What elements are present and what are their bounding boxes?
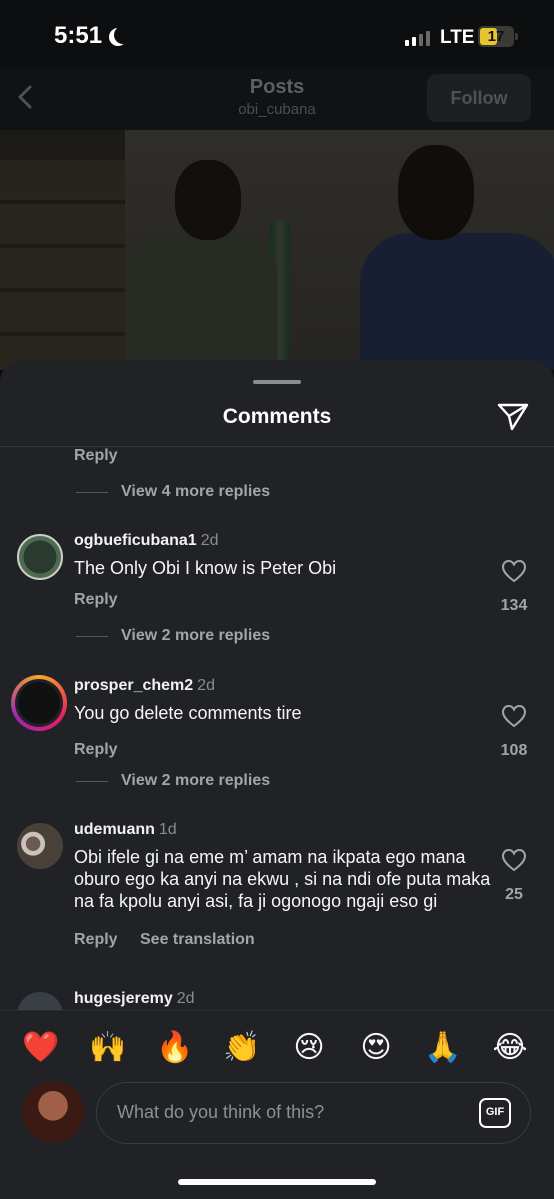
battery-icon: 17: [478, 26, 514, 47]
comment-text: The Only Obi I know is Peter Obi: [74, 558, 337, 578]
comment-username[interactable]: prosper_chem2 2d: [74, 677, 215, 695]
emoji-heart-eyes[interactable]: 😍: [357, 1029, 395, 1067]
comment-input[interactable]: What do you think of this? GIF: [96, 1082, 531, 1144]
posts-header: Posts obi_cubana Follow: [0, 68, 554, 130]
view-more-replies[interactable]: View 2 more replies: [76, 771, 270, 791]
avatar[interactable]: [17, 992, 63, 1010]
see-translation-button[interactable]: See translation: [140, 931, 255, 949]
comments-sheet: Comments Reply View 4 more replies ogbue…: [0, 360, 554, 1199]
comment-username[interactable]: hugesjeremy 2d: [74, 990, 195, 1008]
post-image: [0, 130, 554, 370]
view-more-replies[interactable]: View 2 more replies: [76, 626, 270, 646]
status-time: 5:51: [54, 22, 126, 50]
comment-username[interactable]: ogbueficubana1 2d: [74, 532, 218, 550]
emoji-crying[interactable]: 😢: [290, 1029, 328, 1067]
status-bar: 5:51 LTE 17: [0, 0, 554, 68]
avatar[interactable]: [17, 534, 63, 580]
heart-icon[interactable]: [501, 848, 527, 872]
network-label: LTE: [440, 27, 475, 48]
emoji-raised-hands[interactable]: 🙌: [89, 1029, 127, 1067]
heart-icon[interactable]: [501, 559, 527, 583]
heart-icon[interactable]: [501, 704, 527, 728]
like-count: 134: [500, 597, 528, 614]
follow-button[interactable]: Follow: [427, 74, 531, 122]
gif-button[interactable]: GIF: [479, 1098, 511, 1128]
like-count: 25: [505, 886, 523, 903]
avatar[interactable]: [17, 823, 63, 869]
emoji-laughing[interactable]: 😂: [491, 1029, 529, 1067]
reply-button[interactable]: Reply: [74, 931, 118, 949]
comment-input-placeholder: What do you think of this?: [117, 1102, 325, 1122]
signal-icon: [405, 30, 430, 46]
comments-list: Reply View 4 more replies ogbueficubana1…: [0, 447, 554, 1010]
view-more-replies[interactable]: View 4 more replies: [76, 482, 270, 502]
sheet-grabber[interactable]: [253, 380, 301, 384]
reply-button[interactable]: Reply: [74, 447, 118, 465]
comment-username[interactable]: udemuann 1d: [74, 821, 177, 839]
emoji-clapping[interactable]: 👏: [223, 1029, 261, 1067]
current-user-avatar: [22, 1081, 84, 1143]
comment-text: You go delete comments tire: [74, 703, 302, 723]
share-send-icon[interactable]: [496, 399, 530, 433]
emoji-reaction-bar: ❤️ 🙌 🔥 👏 😢 😍 🙏 😂: [0, 1010, 554, 1080]
emoji-heart[interactable]: ❤️: [22, 1029, 60, 1067]
avatar[interactable]: [11, 675, 67, 731]
home-indicator[interactable]: [178, 1179, 376, 1185]
comment-text: Obi ifele gi na eme m’ amam na ikpata eg…: [74, 847, 491, 911]
emoji-folded-hands[interactable]: 🙏: [424, 1029, 462, 1067]
like-count: 108: [500, 742, 528, 759]
emoji-fire[interactable]: 🔥: [156, 1029, 194, 1067]
moon-icon: [114, 26, 132, 44]
reply-button[interactable]: Reply: [74, 591, 118, 609]
sheet-title: Comments: [222, 405, 332, 428]
reply-button[interactable]: Reply: [74, 741, 118, 759]
